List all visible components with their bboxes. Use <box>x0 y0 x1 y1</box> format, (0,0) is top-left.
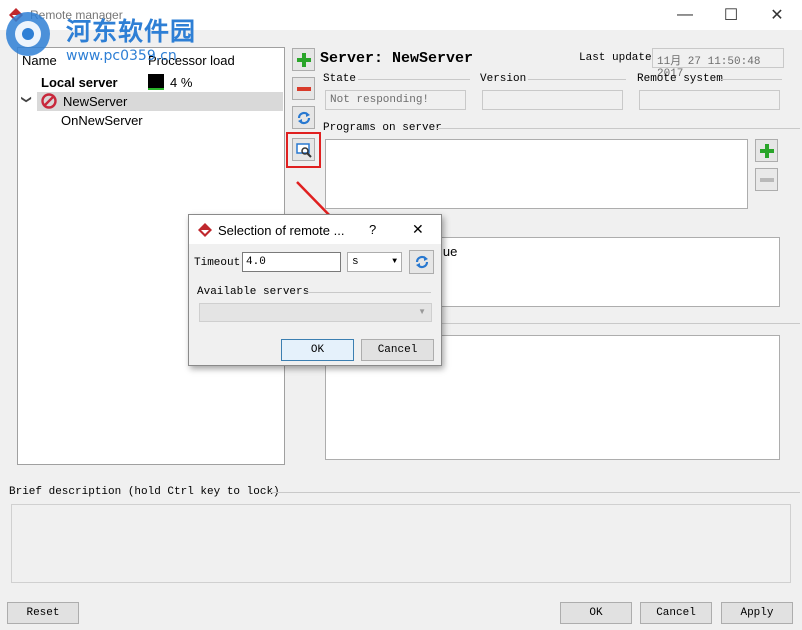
help-button[interactable]: ? <box>369 222 376 237</box>
state-divider <box>358 79 470 80</box>
search-monitor-icon <box>295 142 312 158</box>
plus-icon <box>759 143 774 158</box>
dialog-cancel-button[interactable]: Cancel <box>361 339 434 361</box>
dropdown-arrow-icon: ▼ <box>392 257 397 266</box>
timeout-label: Timeout <box>194 257 241 269</box>
dialog-refresh-button[interactable] <box>409 250 434 274</box>
description-divider <box>270 492 800 493</box>
remote-system-divider <box>720 79 782 80</box>
tree-item-onnewserver[interactable]: OnNewServer <box>61 113 143 128</box>
description-textarea[interactable] <box>11 504 791 583</box>
apply-button[interactable]: Apply <box>721 602 793 624</box>
add-program-button[interactable] <box>755 139 778 162</box>
selection-dialog: Selection of remote ... ? ✕ Timeout 4.0 … <box>188 214 442 366</box>
programs-label: Programs on server <box>323 122 442 134</box>
chevron-down-icon[interactable]: ❯ <box>21 95 32 103</box>
dialog-title: Selection of remote ... <box>218 223 345 238</box>
minus-icon <box>296 86 311 91</box>
remove-server-button[interactable] <box>292 77 315 100</box>
tree-item-newserver[interactable]: NewServer <box>63 94 127 109</box>
refresh-icon <box>415 255 428 269</box>
search-servers-button[interactable] <box>292 138 315 161</box>
dialog-app-icon <box>198 223 212 237</box>
not-responding-icon <box>41 93 57 109</box>
programs-divider <box>436 128 800 129</box>
maximize-button[interactable]: ☐ <box>708 0 754 30</box>
last-update-field: 11月 27 11:50:48 2017 <box>652 48 784 80</box>
state-field: Not responding! <box>325 90 466 110</box>
minus-icon <box>759 177 774 182</box>
local-server-label[interactable]: Local server <box>41 75 118 90</box>
plus-icon <box>296 52 311 67</box>
cancel-button[interactable]: Cancel <box>640 602 712 624</box>
ok-button[interactable]: OK <box>560 602 632 624</box>
refresh-icon <box>297 111 310 124</box>
unit-select-value: s <box>352 256 359 268</box>
unit-select[interactable]: s ▼ <box>347 252 402 272</box>
watermark-logo <box>6 12 50 56</box>
watermark-url: www.pc0359.cn <box>66 48 177 64</box>
remove-program-button[interactable] <box>755 168 778 191</box>
log-divider <box>440 323 800 324</box>
available-servers-select[interactable]: ▼ <box>199 303 432 322</box>
available-servers-label: Available servers <box>197 286 310 298</box>
dialog-ok-button[interactable]: OK <box>281 339 354 361</box>
refresh-button[interactable] <box>292 106 315 129</box>
last-update-label: Last update <box>579 52 652 64</box>
dropdown-arrow-icon: ▼ <box>418 307 426 316</box>
programs-list[interactable] <box>325 139 748 209</box>
minimize-button[interactable]: — <box>662 0 708 30</box>
load-indicator <box>148 74 164 90</box>
version-label: Version <box>480 73 527 85</box>
close-button[interactable]: ✕ <box>754 0 800 30</box>
description-label: Brief description (hold Ctrl key to lock… <box>9 486 280 498</box>
add-server-button[interactable] <box>292 48 315 71</box>
state-label: State <box>323 73 357 85</box>
local-load-value: 4 % <box>170 75 193 90</box>
server-title: Server: NewServer <box>320 50 474 67</box>
timeout-input[interactable]: 4.0 <box>242 252 341 272</box>
reset-button[interactable]: Reset <box>7 602 79 624</box>
parameters-value-header: lue <box>440 244 458 259</box>
dialog-close-button[interactable]: ✕ <box>412 221 424 238</box>
version-divider <box>528 79 626 80</box>
version-field <box>482 90 623 110</box>
available-divider <box>303 292 431 293</box>
watermark-text: 河东软件园 <box>66 17 197 46</box>
remote-system-field <box>639 90 780 110</box>
remote-system-label: Remote system <box>637 73 723 85</box>
